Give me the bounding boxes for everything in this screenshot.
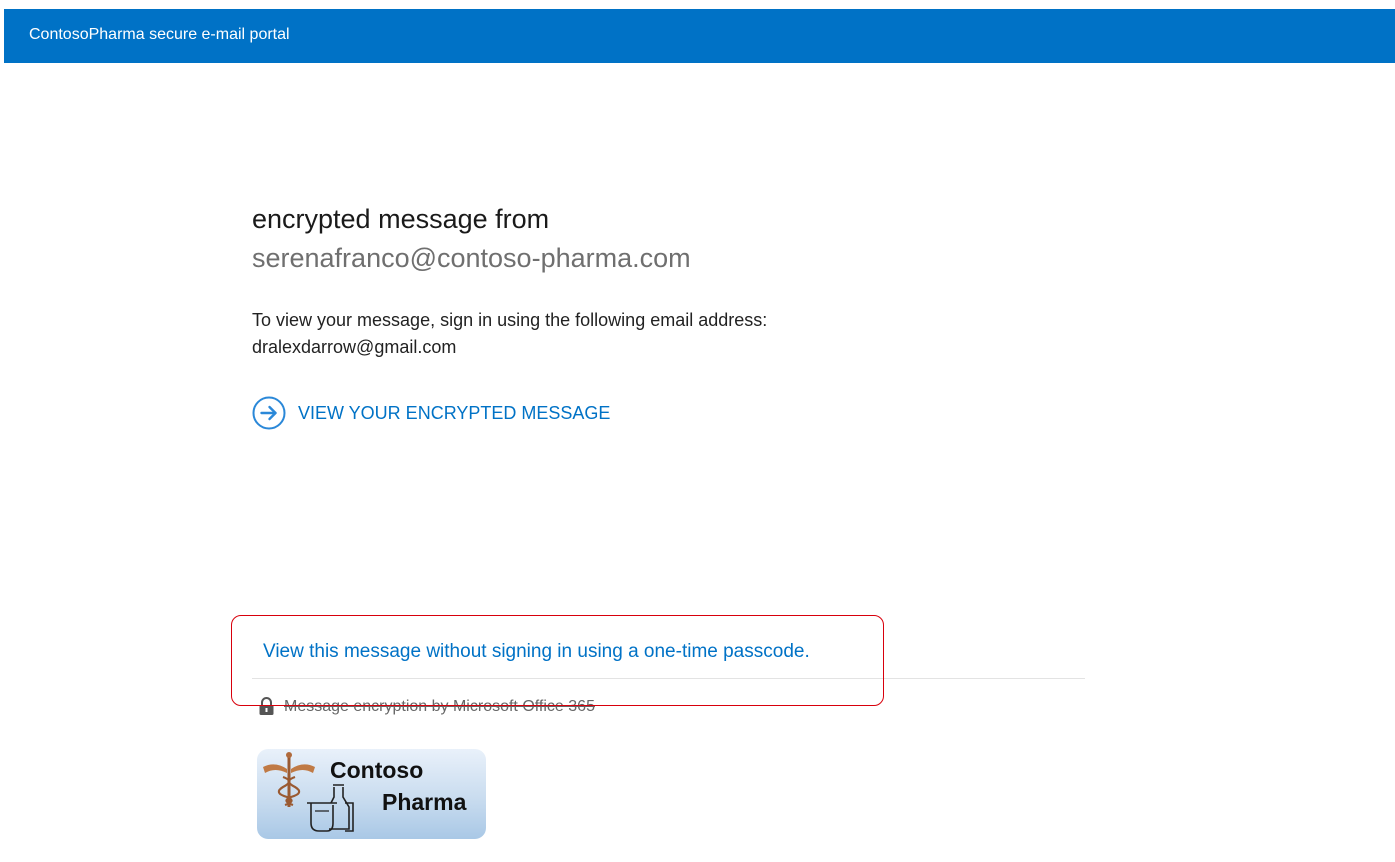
message-heading: encrypted message from	[252, 204, 550, 234]
top-bar: ContosoPharma secure e-mail portal	[4, 9, 1395, 63]
view-encrypted-message-label: VIEW YOUR ENCRYPTED MESSAGE	[298, 402, 611, 423]
passcode-highlight-box	[231, 615, 884, 706]
sender-email: serenafranco@contoso-pharma.com	[252, 243, 691, 273]
view-encrypted-message-button[interactable]: VIEW YOUR ENCRYPTED MESSAGE	[252, 396, 610, 430]
portal-title: ContosoPharma secure e-mail portal	[29, 26, 290, 43]
sign-in-instruction: To view your message, sign in using the …	[252, 310, 768, 330]
logo-text-contoso: Contoso	[330, 757, 424, 783]
recipient-email: dralexdarrow@gmail.com	[252, 337, 457, 357]
arrow-right-circle-icon	[252, 396, 286, 430]
logo-text-pharma: Pharma	[382, 789, 467, 815]
contoso-pharma-logo: Contoso Pharma	[257, 749, 486, 839]
